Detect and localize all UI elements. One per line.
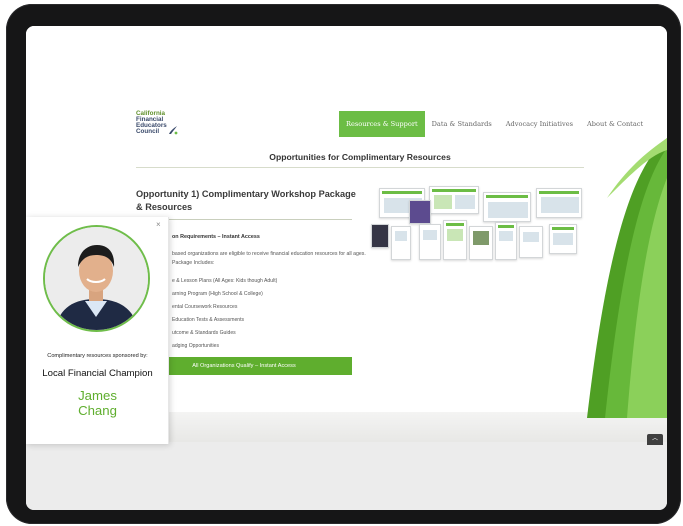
collage-doc-4 xyxy=(469,226,493,260)
section-title: Opportunities for Complimentary Resource… xyxy=(269,152,451,162)
green-swoosh-decoration xyxy=(587,138,667,418)
sponsor-portrait-image xyxy=(45,227,148,330)
collage-doc-3 xyxy=(443,220,467,260)
opportunity-title: Opportunity 1) Complimentary Workshop Pa… xyxy=(136,189,356,212)
list-item: arning Program (High School & College) xyxy=(172,291,263,297)
collage-doc-7 xyxy=(549,224,577,254)
list-item: utcome & Standards Guides xyxy=(172,330,236,336)
package-list: e & Lesson Plans (All Ages: Kids though … xyxy=(172,275,277,353)
collage-doc-5 xyxy=(495,222,517,260)
collage-doc-6 xyxy=(519,226,543,258)
collage-doc-2 xyxy=(419,224,441,260)
list-item: adging Opportunities xyxy=(172,343,220,349)
collage-book-purple xyxy=(409,200,431,224)
collage-laptop-right xyxy=(483,192,531,222)
page-bottom xyxy=(26,442,667,510)
collage-laptop-center xyxy=(429,186,479,214)
sponsor-popup: × Complimentary resources sponsored by: … xyxy=(26,217,169,444)
nav-item-resources-support[interactable]: Resources & Support xyxy=(339,111,425,137)
sponsor-label: Complimentary resources sponsored by: xyxy=(47,353,148,359)
list-item: ental Coursework Resources xyxy=(172,304,238,310)
nav-item-advocacy-initiatives[interactable]: Advocacy Initiatives xyxy=(499,111,580,137)
resources-collage-image xyxy=(371,186,586,264)
eligibility-description: based organizations are eligible to rece… xyxy=(172,251,366,266)
list-item: e & Lesson Plans (All Ages: Kids though … xyxy=(172,278,278,284)
collage-book-dark xyxy=(371,224,389,248)
nav-item-about-contact[interactable]: About & Contact xyxy=(580,111,650,137)
nav-item-data-standards[interactable]: Data & Standards xyxy=(425,111,499,137)
sponsor-name: James Chang xyxy=(26,388,169,418)
requirements-title: on Requirements – Instant Access xyxy=(172,234,260,240)
sponsor-title: Local Financial Champion xyxy=(42,368,153,379)
sponsor-avatar xyxy=(43,225,150,332)
sponsor-first-name: James xyxy=(78,388,117,403)
section-divider xyxy=(136,167,584,168)
collage-doc-1 xyxy=(391,226,411,260)
tablet-frame: California Financial Educators Council R… xyxy=(6,4,681,524)
screen: California Financial Educators Council R… xyxy=(26,26,667,510)
main-nav: Resources & Support Data & Standards Adv… xyxy=(339,111,650,137)
chevron-up-icon[interactable]: ︿ xyxy=(647,434,663,445)
sponsor-last-name: Chang xyxy=(78,403,117,418)
close-icon[interactable]: × xyxy=(156,221,161,229)
logo-swoosh-icon xyxy=(169,126,178,135)
list-item: Education Tests & Assessments xyxy=(172,317,245,323)
logo[interactable]: California Financial Educators Council xyxy=(136,110,178,136)
collage-laptop-far-right xyxy=(536,188,582,218)
